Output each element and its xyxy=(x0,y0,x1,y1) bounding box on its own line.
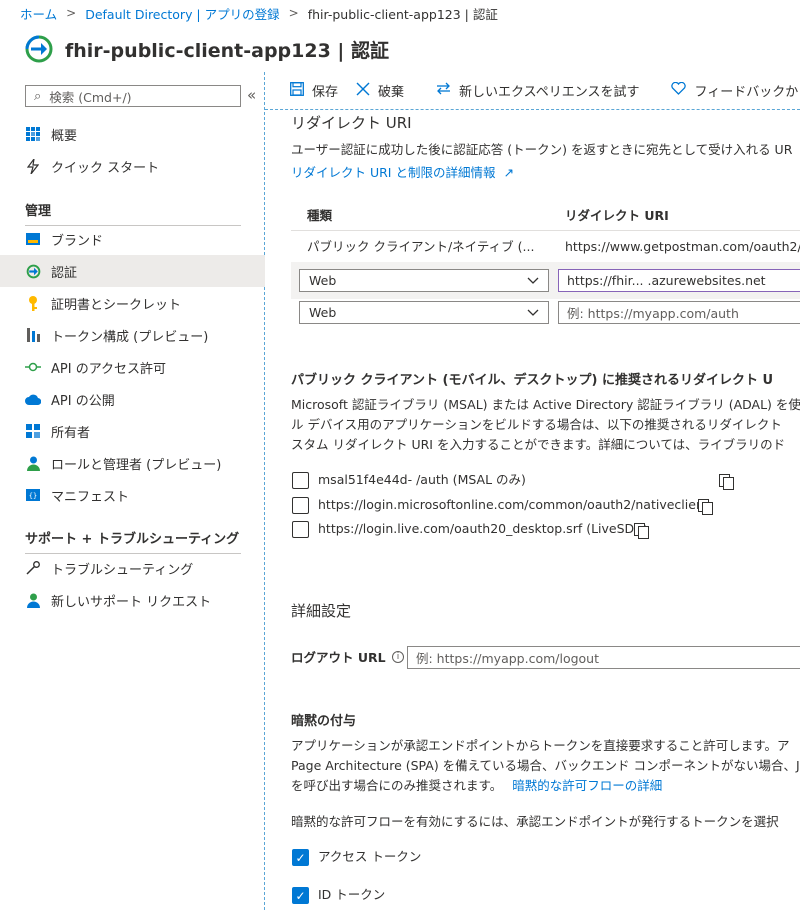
sidebar-item-quickstart[interactable]: クイック スタート xyxy=(0,150,265,182)
discard-button[interactable]: 破棄 xyxy=(356,81,404,100)
logout-url-label: ログアウト URL xyxy=(291,650,386,665)
sidebar-item-new-support-request[interactable]: 新しいサポート リクエスト xyxy=(0,584,265,616)
branding-icon xyxy=(25,231,41,247)
copy-icon[interactable] xyxy=(719,474,734,490)
implicit-grant-desc-line-2: Page Architecture (SPA) を備えている場合、バックエンド … xyxy=(291,758,800,773)
switch-arrows-icon xyxy=(436,82,451,99)
redirect-row-3-type-select[interactable]: Web xyxy=(299,301,549,324)
breadcrumb-current: fhir-public-client-app123 | 認証 xyxy=(307,6,498,22)
redirect-row-2-uri-input[interactable]: https://fhir... .azurewebsites.net xyxy=(558,269,800,292)
info-icon[interactable]: i xyxy=(392,651,404,663)
access-token-label: アクセス トークン xyxy=(318,849,422,864)
chevron-down-icon xyxy=(526,305,540,322)
chevron-down-icon xyxy=(526,273,540,290)
logout-url-input[interactable]: 例: https://myapp.com/logout xyxy=(407,646,800,669)
id-token-label: ID トークン xyxy=(318,887,386,902)
sidebar-item-authentication[interactable]: 認証 xyxy=(0,255,265,287)
breadcrumb-home-link[interactable]: ホーム xyxy=(20,4,57,23)
id-token-checkbox[interactable]: ✓ xyxy=(292,887,309,904)
msal-uri-checkbox[interactable] xyxy=(292,472,309,489)
sidebar-item-owners[interactable]: 所有者 xyxy=(0,415,265,447)
column-header-type: 種類 xyxy=(307,208,333,223)
feedback-button[interactable]: フィードバックか xyxy=(671,81,798,100)
implicit-grant-desc-line-1: アプリケーションが承認エンドポイントからトークンを直接要求すること許可します。ア xyxy=(291,738,790,753)
breadcrumb: ホーム > Default Directory | アプリの登録 > fhir-… xyxy=(0,0,800,26)
main-content: リダイレクト URI ユーザー認証に成功した後に認証応答 (トークン) を返すと… xyxy=(265,110,800,910)
implicit-flow-learn-more-link[interactable]: 暗黙的な許可フローの詳細 xyxy=(512,778,662,793)
key-icon xyxy=(25,295,41,311)
app-auth-icon xyxy=(25,35,53,63)
implicit-grant-desc-line-3: を呼び出す場合にのみ推奨されます。 暗黙的な許可フローの詳細 xyxy=(291,778,663,793)
close-icon xyxy=(356,82,370,100)
sidebar-item-roles[interactable]: ロールと管理者 (プレビュー) xyxy=(0,447,265,479)
redirect-uri-description: ユーザー認証に成功した後に認証応答 (トークン) を返すときに宛先として受け入れ… xyxy=(291,142,793,157)
public-client-desc-line-3: スタム リダイレクト URI を入力することができます。詳細については、ライブラ… xyxy=(291,437,786,452)
owners-icon xyxy=(25,423,41,439)
sidebar-item-troubleshooting[interactable]: トラブルシューティング xyxy=(0,552,265,584)
sidebar-item-certificates[interactable]: 証明書とシークレット xyxy=(0,287,265,319)
sidebar-item-overview[interactable]: 概要 xyxy=(0,118,265,150)
chevron-right-icon: > xyxy=(288,6,299,20)
redirect-row-2-type-select[interactable]: Web xyxy=(299,269,549,292)
try-new-experience-button[interactable]: 新しいエクスペリエンスを試す xyxy=(436,81,639,100)
sidebar-item-branding[interactable]: ブランド xyxy=(0,223,265,255)
redirect-row-3-uri-input[interactable]: 例: https://myapp.com/auth xyxy=(558,301,800,324)
chevron-right-icon: > xyxy=(66,6,77,20)
implicit-enable-text: 暗黙的な許可フローを有効にするには、承認エンドポイントが発行するトークンを選択 xyxy=(291,814,779,829)
nativeclient-uri-checkbox[interactable] xyxy=(292,497,309,514)
nativeclient-uri-label: https://login.microsoftonline.com/common… xyxy=(318,497,709,512)
heart-icon xyxy=(671,81,687,99)
token-bars-icon xyxy=(25,327,41,343)
redirect-row-1-type: パブリック クライアント/ネイティブ (... xyxy=(307,239,535,254)
roles-icon xyxy=(25,455,41,471)
public-client-desc-line-2: ル デバイス用のアプリケーションをビルドする場合は、以下の推奨されるリダイレクト xyxy=(291,417,782,432)
checkmark-icon: ✓ xyxy=(295,850,306,865)
copy-icon[interactable] xyxy=(634,523,649,539)
advanced-settings-heading: 詳細設定 xyxy=(291,602,352,620)
save-button[interactable]: 保存 xyxy=(290,81,338,100)
lightning-icon xyxy=(25,158,41,174)
copy-icon[interactable] xyxy=(698,499,713,515)
sidebar-search-input[interactable]: ⌕ 検索 (Cmd+/) xyxy=(25,85,241,107)
livesdk-uri-checkbox[interactable] xyxy=(292,521,309,538)
command-toolbar: 保存 破棄 新しいエクスペリエンスを試す フィードバックか xyxy=(265,72,800,110)
column-header-redirect-uri: リダイレクト URI xyxy=(565,208,669,223)
implicit-grant-heading: 暗黙の付与 xyxy=(291,714,357,729)
livesdk-uri-label: https://login.live.com/oauth20_desktop.s… xyxy=(318,521,648,536)
redirect-row-1-uri: https://www.getpostman.com/oauth2/ca xyxy=(565,239,800,254)
support-person-icon xyxy=(25,592,41,608)
page-title: fhir-public-client-app123 | 認証 xyxy=(65,39,389,62)
collapse-sidebar-icon[interactable]: « xyxy=(247,86,256,104)
overview-grid-icon xyxy=(25,126,41,142)
external-link-icon: ↗ xyxy=(503,165,514,180)
sidebar-section-support: サポート + トラブルシューティング xyxy=(25,528,241,554)
msal-uri-label: msal51f4e44d- /auth (MSAL のみ) xyxy=(318,472,526,487)
search-icon: ⌕ xyxy=(34,88,42,104)
authentication-icon xyxy=(25,263,41,279)
manifest-icon: {} xyxy=(25,487,41,503)
checkmark-icon: ✓ xyxy=(295,888,306,903)
sidebar-item-token-config[interactable]: トークン構成 (プレビュー) xyxy=(0,319,265,351)
public-client-heading: パブリック クライアント (モバイル、デスクトップ) に推奨されるリダイレクト … xyxy=(291,373,774,388)
api-permission-icon xyxy=(25,359,41,375)
redirect-uri-learn-more-link[interactable]: リダイレクト URI と制限の詳細情報 ↗ xyxy=(291,162,514,181)
sidebar: ⌕ 検索 (Cmd+/) « 概要 クイック スタート 管理 ブランド 認証 証… xyxy=(0,72,265,910)
wrench-icon xyxy=(25,560,41,576)
page-header: fhir-public-client-app123 | 認証 xyxy=(0,26,800,72)
table-divider xyxy=(291,230,800,231)
svg-text:{}: {} xyxy=(29,492,37,500)
save-icon xyxy=(290,81,304,100)
cloud-icon xyxy=(25,391,41,407)
breadcrumb-directory-link[interactable]: Default Directory | アプリの登録 xyxy=(85,4,279,23)
redirect-uri-heading: リダイレクト URI xyxy=(291,114,412,132)
access-token-checkbox[interactable]: ✓ xyxy=(292,849,309,866)
sidebar-item-expose-api[interactable]: API の公開 xyxy=(0,383,265,415)
sidebar-item-api-permissions[interactable]: API のアクセス許可 xyxy=(0,351,265,383)
public-client-desc-line-1: Microsoft 認証ライブラリ (MSAL) または Active Dire… xyxy=(291,397,800,412)
sidebar-item-manifest[interactable]: {} マニフェスト xyxy=(0,479,265,511)
